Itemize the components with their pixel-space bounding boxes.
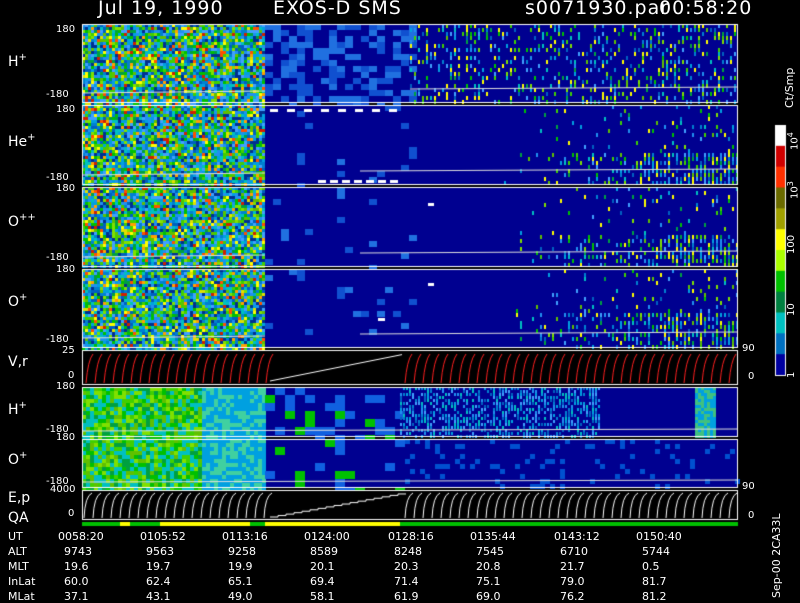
cell-mlt-4: 20.3 (394, 560, 419, 573)
cell-mlt-7: 0.5 (642, 560, 660, 573)
cell-mlt-1: 19.7 (146, 560, 171, 573)
cell-ut-7: 0150:40 (636, 530, 682, 543)
cell-mlt-2: 19.9 (228, 560, 253, 573)
cell-alt-5: 7545 (476, 545, 504, 558)
panel-label-h-plus-2: H+ (8, 400, 27, 418)
cell-alt-3: 8589 (310, 545, 338, 558)
tick-opp-top: 180 (56, 183, 76, 194)
cell-ut-6: 0143:12 (554, 530, 600, 543)
tick-he-bottom: -180 (46, 172, 69, 183)
colorbar-label-1: 1 (786, 371, 797, 378)
tick-h-bottom: -180 (46, 89, 69, 100)
right-tick-vr-bottom: 0 (748, 371, 755, 382)
tick-vr-top: 25 (62, 345, 75, 356)
panel-label-ep: E,p (8, 490, 31, 506)
cell-mlat-5: 69.0 (476, 590, 501, 603)
cell-mlt-0: 19.6 (64, 560, 89, 573)
cell-inlat-3: 69.4 (310, 575, 335, 588)
row-label-mlt: MLT (8, 560, 29, 573)
cell-alt-1: 9563 (146, 545, 174, 558)
side-label: Sep-00 2CA33L (770, 513, 783, 598)
cell-inlat-2: 65.1 (228, 575, 253, 588)
tick-h2-top: 180 (56, 381, 76, 392)
tick-he-top: 180 (56, 104, 76, 115)
file-time: 00:58:20 (659, 0, 753, 19)
tick-opp-bottom: -180 (46, 252, 69, 263)
right-tick-ep-top: 90 (742, 481, 755, 492)
colorbar-label-1e3: 103 (786, 181, 800, 199)
right-tick-ep-bottom: 0 (748, 510, 755, 521)
cell-alt-7: 5744 (642, 545, 670, 558)
tick-ep-bottom: 0 (68, 508, 75, 519)
cell-mlat-0: 37.1 (64, 590, 89, 603)
colorbar-label-10: 10 (786, 303, 797, 316)
cell-mlt-6: 21.7 (560, 560, 585, 573)
panel-label-qa: QA (8, 510, 29, 526)
cell-inlat-5: 75.1 (476, 575, 501, 588)
cell-mlat-1: 43.1 (146, 590, 171, 603)
colorbar-unit: Ct/Smp (783, 67, 796, 108)
row-label-alt: ALT (8, 545, 27, 558)
cell-mlat-7: 81.2 (642, 590, 667, 603)
cell-mlat-6: 76.2 (560, 590, 585, 603)
tick-h-top: 180 (56, 24, 76, 35)
cell-mlat-4: 61.9 (394, 590, 419, 603)
panel-label-vr: V,r (8, 354, 28, 370)
tick-ep-top: 4000 (50, 484, 76, 495)
cell-inlat-0: 60.0 (64, 575, 89, 588)
cell-mlt-5: 20.8 (476, 560, 501, 573)
date-title: Jul 19, 1990 (98, 0, 224, 19)
cell-alt-2: 9258 (228, 545, 256, 558)
cell-inlat-7: 81.7 (642, 575, 667, 588)
tick-op-top: 180 (56, 264, 76, 275)
spectrogram-canvas (0, 0, 800, 600)
cell-inlat-4: 71.4 (394, 575, 419, 588)
cell-ut-0: 0058:20 (58, 530, 104, 543)
colorbar-label-1e4: 104 (786, 132, 800, 150)
instrument-title: EXOS-D SMS (273, 0, 402, 19)
colorbar-label-100: 100 (786, 234, 797, 254)
row-label-inlat: InLat (8, 575, 36, 588)
tick-op-bottom: -180 (46, 334, 69, 345)
panel-label-o-plus-2: O+ (8, 450, 28, 468)
cell-ut-2: 0113:16 (222, 530, 268, 543)
cell-ut-3: 0124:00 (304, 530, 350, 543)
cell-alt-0: 9743 (64, 545, 92, 558)
tick-vr-bottom: 0 (68, 370, 75, 381)
cell-mlat-3: 58.1 (310, 590, 335, 603)
panel-label-o-plus: O+ (8, 292, 28, 310)
tick-o2-top: 180 (56, 432, 76, 443)
cell-inlat-1: 62.4 (146, 575, 171, 588)
cell-mlt-3: 20.1 (310, 560, 335, 573)
panel-label-h-plus: H+ (8, 52, 27, 70)
file-name: s0071930.par (525, 0, 670, 19)
cell-ut-4: 0128:16 (388, 530, 434, 543)
cell-alt-4: 8248 (394, 545, 422, 558)
cell-ut-1: 0105:52 (140, 530, 186, 543)
cell-ut-5: 0135:44 (470, 530, 516, 543)
row-label-mlat: MLat (8, 590, 35, 603)
row-label-ut: UT (8, 530, 23, 543)
panel-label-he-plus: He+ (8, 132, 36, 150)
panel-label-o-plusplus: O++ (8, 212, 36, 230)
cell-alt-6: 6710 (560, 545, 588, 558)
cell-inlat-6: 79.0 (560, 575, 585, 588)
cell-mlat-2: 49.0 (228, 590, 253, 603)
right-tick-vr-top: 90 (742, 343, 755, 354)
